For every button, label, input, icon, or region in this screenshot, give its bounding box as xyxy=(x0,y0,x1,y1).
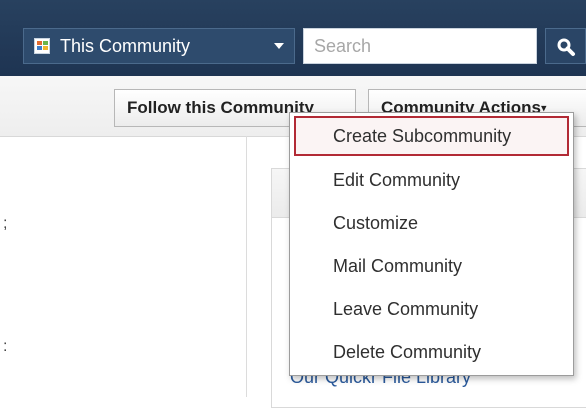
menu-item-customize[interactable]: Customize xyxy=(294,203,569,243)
top-navigation-bar: This Community xyxy=(0,0,586,76)
chevron-down-icon[interactable] xyxy=(274,43,284,49)
community-icon xyxy=(34,38,50,54)
menu-item-edit-community[interactable]: Edit Community xyxy=(294,160,569,200)
truncated-text-fragment: ; xyxy=(3,215,8,232)
search-scope-dropdown[interactable]: This Community xyxy=(23,28,295,64)
menu-item-delete-community[interactable]: Delete Community xyxy=(294,332,569,372)
search-scope-label: This Community xyxy=(60,36,191,56)
follow-community-label: Follow this Community xyxy=(127,98,314,117)
menu-item-mail-community[interactable]: Mail Community xyxy=(294,246,569,286)
community-actions-menu: Create Subcommunity Edit Community Custo… xyxy=(289,112,574,376)
menu-item-leave-community[interactable]: Leave Community xyxy=(294,289,569,329)
search-button[interactable] xyxy=(545,28,586,64)
search-input[interactable] xyxy=(303,28,537,64)
column-divider xyxy=(246,136,247,397)
menu-item-create-subcommunity[interactable]: Create Subcommunity xyxy=(294,116,569,156)
search-icon xyxy=(557,38,575,56)
truncated-text-fragment: : xyxy=(3,338,8,355)
